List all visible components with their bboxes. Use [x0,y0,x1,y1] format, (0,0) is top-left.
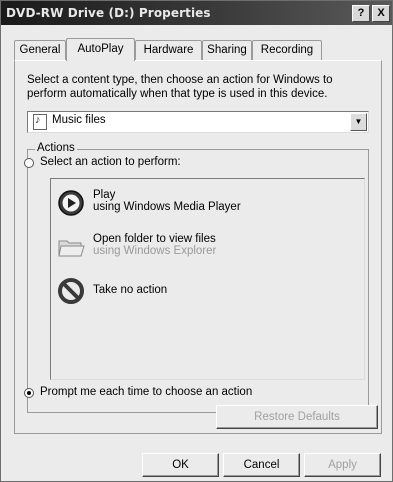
action-list: Play using Windows Media Player Open fol… [50,178,365,380]
actions-group: Actions Select an action to perform: Pla… [24,142,369,413]
restore-defaults-button[interactable]: Restore Defaults [216,405,378,429]
open-folder-subtitle: using Windows Explorer [93,245,217,257]
play-subtitle: using Windows Media Player [93,201,241,213]
window-title: DVD-RW Drive (D:) Properties [6,6,211,20]
content-type-value: Music files [52,114,106,126]
list-item-play[interactable]: Play using Windows Media Player [57,189,347,223]
list-item-take-no-action[interactable]: Take no action [57,277,347,311]
play-title: Play [93,189,116,201]
tab-sharing[interactable]: Sharing [202,40,252,60]
folder-icon [58,240,85,257]
close-button[interactable]: X [372,5,390,22]
actions-legend: Actions [35,142,77,154]
title-bar[interactable]: DVD-RW Drive (D:) Properties ? X [1,1,392,25]
ok-button[interactable]: OK [142,453,219,477]
cancel-button[interactable]: Cancel [223,453,300,477]
open-folder-title: Open folder to view files [93,233,216,245]
apply-button[interactable]: Apply [304,453,381,477]
take-no-action-title: Take no action [93,284,168,296]
no-action-icon [58,278,84,304]
autoplay-panel: Select a content type, then choose an ac… [14,60,382,434]
properties-dialog: DVD-RW Drive (D:) Properties ? X General… [0,0,393,482]
music-file-icon [33,114,47,130]
content-type-description: Select a content type, then choose an ac… [27,74,333,100]
play-icon [58,190,84,216]
chevron-down-icon[interactable]: ▼ [350,113,367,131]
tab-general[interactable]: General [14,40,66,60]
prompt-label[interactable]: Prompt me each time to choose an action [40,386,252,398]
select-action-label[interactable]: Select an action to perform: [40,156,181,168]
tab-recording[interactable]: Recording [252,40,322,60]
tab-hardware[interactable]: Hardware [135,40,202,60]
prompt-radio[interactable] [24,388,34,398]
content-type-dropdown[interactable]: Music files ▼ [27,111,369,133]
list-item-open-folder[interactable]: Open folder to view files using Windows … [57,233,347,267]
select-action-radio[interactable] [24,158,34,168]
tab-autoplay[interactable]: AutoPlay [66,38,135,61]
help-button[interactable]: ? [352,5,370,22]
